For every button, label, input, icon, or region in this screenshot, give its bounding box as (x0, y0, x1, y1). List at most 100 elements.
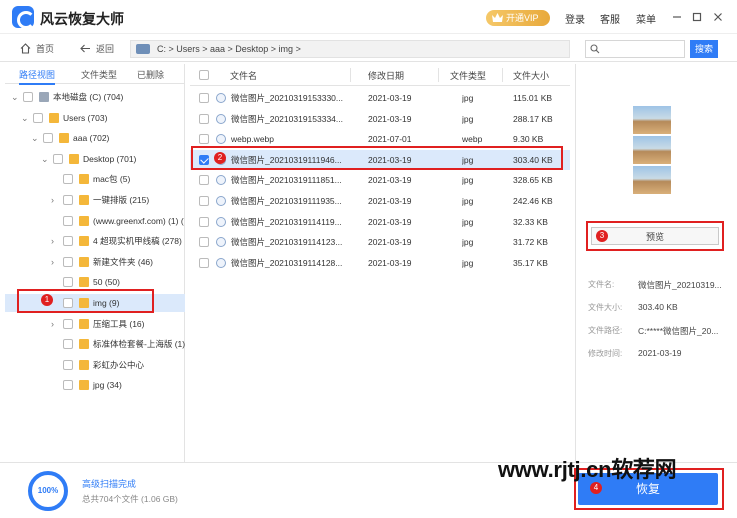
minimize-icon[interactable] (671, 11, 683, 23)
tree-checkbox[interactable] (33, 112, 43, 123)
nav-bar: 首页 返回 C: > Users > aaa > Desktop > img >… (0, 36, 737, 62)
tree-item[interactable]: ⌄ Users (703) (5, 109, 185, 127)
image-file-icon (216, 93, 226, 103)
table-row[interactable]: 微信图片_20210319111935... 2021-03-19 jpg 242.4… (190, 191, 570, 211)
chevron-down-icon[interactable]: ⌄ (21, 109, 29, 127)
image-file-icon (216, 196, 226, 206)
thumbnail-image (633, 136, 671, 164)
tree-item[interactable]: › 4 超现实机甲线稿 (278) (5, 232, 185, 250)
tree-checkbox[interactable] (63, 318, 73, 329)
back-arrow-icon[interactable] (80, 44, 91, 53)
home-button[interactable]: 首页 (36, 42, 54, 55)
chevron-right-icon[interactable]: › (51, 253, 54, 271)
tree-checkbox[interactable] (63, 215, 73, 226)
chevron-right-icon[interactable]: › (51, 232, 54, 250)
column-size[interactable]: 文件大小 (513, 69, 549, 82)
crown-icon (492, 13, 503, 22)
tree-item-label: 4 超现实机甲线稿 (278) (93, 236, 182, 247)
cell-size: 288.17 KB (513, 113, 553, 124)
tree-checkbox[interactable] (63, 174, 73, 185)
table-row[interactable]: 微信图片_20210319114119... 2021-03-19 jpg 32.33… (190, 212, 570, 232)
info-value: C:*****微信图片_20... (638, 326, 719, 336)
login-link[interactable]: 登录 (565, 11, 585, 26)
tab-file-type[interactable]: 文件类型 (81, 68, 117, 81)
row-checkbox[interactable] (199, 134, 209, 145)
tree-checkbox[interactable] (63, 359, 73, 370)
table-row[interactable]: 微信图片_20210319153330... 2021-03-19 jpg 115.0… (190, 88, 570, 108)
folder-icon (49, 112, 59, 123)
row-checkbox[interactable] (199, 257, 209, 268)
cell-type: jpg (462, 113, 474, 124)
row-checkbox[interactable] (199, 113, 209, 124)
table-row[interactable]: 微信图片_20210319111851... 2021-03-19 jpg 328.6… (190, 170, 570, 190)
column-filename[interactable]: 文件名 (230, 69, 257, 82)
close-icon[interactable] (712, 11, 724, 23)
scan-status: 高级扫描完成 (82, 479, 137, 489)
tree-checkbox[interactable] (23, 92, 33, 102)
tree-item[interactable]: jpg (34) (5, 376, 185, 394)
chevron-right-icon[interactable]: › (51, 315, 54, 333)
tab-path-view[interactable]: 路径视图 (19, 68, 56, 85)
chevron-down-icon[interactable]: ⌄ (11, 88, 19, 106)
annotation-badge: 3 (596, 230, 608, 242)
row-checkbox[interactable] (199, 237, 209, 248)
search-input[interactable] (585, 40, 685, 58)
tree-checkbox[interactable] (63, 339, 73, 350)
info-value: 微信图片_20210319... (638, 280, 722, 290)
cell-date: 2021-03-19 (368, 113, 412, 124)
tree-item[interactable]: ⌄ aaa (702) (5, 129, 185, 147)
cell-date: 2021-03-19 (368, 216, 412, 227)
cell-filename: 微信图片_20210319114128... (231, 257, 343, 268)
vip-button[interactable]: 开通VIP (486, 10, 550, 26)
column-date[interactable]: 修改日期 (368, 69, 404, 82)
chevron-down-icon[interactable]: ⌄ (41, 150, 49, 168)
menu-link[interactable]: 菜单 (636, 11, 656, 26)
cell-size: 242.46 KB (513, 196, 553, 206)
tree-item[interactable]: 彩虹办公中心 (5, 356, 185, 374)
image-file-icon (216, 216, 226, 227)
tree-item-label: Desktop (701) (83, 153, 137, 164)
table-row[interactable]: 微信图片_20210319153334... 2021-03-19 jpg 288.1… (190, 109, 570, 129)
select-all-checkbox[interactable] (199, 70, 209, 80)
back-button[interactable]: 返回 (96, 42, 114, 55)
chevron-right-icon[interactable]: › (51, 191, 54, 209)
cell-date: 2021-03-19 (368, 93, 412, 103)
tree-item[interactable]: › 新建文件夹 (46) (5, 253, 185, 271)
table-row[interactable]: 微信图片_20210319114123... 2021-03-19 jpg 31.72… (190, 232, 570, 252)
info-value: 303.40 KB (638, 302, 678, 312)
tree-checkbox[interactable] (63, 277, 73, 288)
annotation-badge: 1 (41, 294, 53, 306)
search-button[interactable]: 搜索 (690, 40, 718, 58)
tree-item[interactable]: mac包 (5) (5, 170, 185, 188)
file-table: 文件名 修改日期 文件类型 文件大小 微信图片_20210319153330..… (190, 64, 570, 462)
tree-item[interactable]: (www.greenxf.com) (1) ( (5, 212, 185, 230)
tree-checkbox[interactable] (53, 153, 63, 164)
tree-checkbox[interactable] (43, 133, 53, 144)
path-bar[interactable]: C: > Users > aaa > Desktop > img > (130, 40, 570, 58)
row-checkbox[interactable] (199, 216, 209, 227)
tree-checkbox[interactable] (63, 380, 73, 391)
tab-deleted[interactable]: 已删除 (137, 68, 164, 81)
tree-checkbox[interactable] (63, 236, 73, 247)
support-link[interactable]: 客服 (600, 11, 620, 26)
row-checkbox[interactable] (199, 196, 209, 206)
app-title: 风云恢复大师 (40, 11, 124, 27)
tree-checkbox[interactable] (63, 256, 73, 267)
tree-item[interactable]: ⌄ 本地磁盘 (C) (704) (5, 88, 185, 106)
info-value: 2021-03-19 (638, 348, 682, 358)
tree-checkbox[interactable] (63, 195, 73, 205)
cell-size: 31.72 KB (513, 237, 548, 248)
row-checkbox[interactable] (199, 175, 209, 186)
tree-item-label: (www.greenxf.com) (1) ( (93, 215, 184, 226)
maximize-icon[interactable] (691, 11, 703, 23)
chevron-down-icon[interactable]: ⌄ (31, 129, 39, 147)
column-type[interactable]: 文件类型 (450, 69, 486, 82)
home-icon[interactable] (20, 43, 31, 54)
tree-item[interactable]: › 一键排版 (215) (5, 191, 185, 209)
row-checkbox[interactable] (199, 93, 209, 103)
table-row[interactable]: 微信图片_20210319114128... 2021-03-19 jpg 35.17… (190, 253, 570, 273)
tree-item[interactable]: › 压缩工具 (16) (5, 315, 185, 333)
tree-item[interactable]: 标准体检套餐-上海版 (1) (5, 335, 185, 353)
cell-filename: 微信图片_20210319111851... (231, 175, 342, 186)
tree-item[interactable]: ⌄ Desktop (701) (5, 150, 185, 168)
